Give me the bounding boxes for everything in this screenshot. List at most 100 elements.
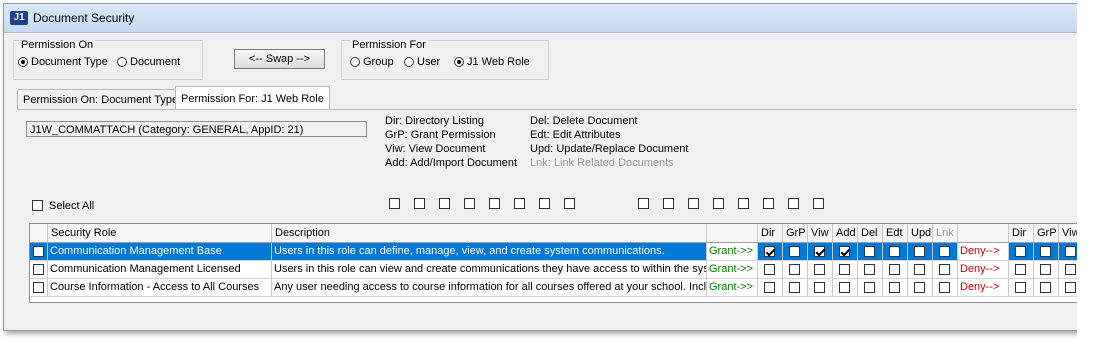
tab-permission-for[interactable]: Permission For: J1 Web Role <box>175 86 330 111</box>
deny-button[interactable]: Deny--> <box>958 243 1009 261</box>
grant-permission-checkbox[interactable] <box>939 282 950 293</box>
radio-user-button[interactable] <box>404 57 414 67</box>
deny-permission-checkbox[interactable] <box>1015 282 1026 293</box>
grant-permission-checkbox[interactable] <box>914 246 925 257</box>
grant-permission-checkbox[interactable] <box>914 264 925 275</box>
grant-permission-checkbox[interactable] <box>789 264 800 275</box>
grant-permission-checkbox[interactable] <box>814 282 825 293</box>
select-column-deny-dir[interactable] <box>638 198 649 209</box>
deny-permission-checkbox[interactable] <box>1040 282 1051 293</box>
grant-permission-checkbox[interactable] <box>764 264 775 275</box>
radio-group[interactable]: Group <box>350 56 394 68</box>
select-column-deny-upd[interactable] <box>788 198 799 209</box>
column-header-blank[interactable] <box>30 224 48 242</box>
radio-j1-web-role[interactable]: J1 Web Role <box>454 56 530 68</box>
deny-permission-checkbox[interactable] <box>1015 264 1026 275</box>
torn-edge <box>1077 0 1097 339</box>
grant-button[interactable]: Grant->> <box>707 261 758 279</box>
radio-document-label: Document <box>130 56 181 68</box>
select-all-checkbox[interactable] <box>32 200 43 211</box>
select-column-deny-edt[interactable] <box>763 198 774 209</box>
deny-permission-checkbox[interactable] <box>1065 282 1076 293</box>
app-icon: J1 <box>10 11 28 25</box>
grant-permission-checkbox[interactable] <box>939 246 950 257</box>
deny-permission-checkbox[interactable] <box>1065 246 1076 257</box>
column-header-grant-dir[interactable]: Dir <box>758 224 783 242</box>
column-header-grant-edt[interactable]: Edt <box>883 224 908 242</box>
radio-document[interactable]: Document <box>117 56 180 68</box>
select-column-deny-viw[interactable] <box>688 198 699 209</box>
select-column-deny-del[interactable] <box>738 198 749 209</box>
radio-j1-web-role-label: J1 Web Role <box>467 56 530 68</box>
row-select-checkbox[interactable] <box>33 282 44 293</box>
grant-permission-checkbox[interactable] <box>889 264 900 275</box>
legend-code: Del: <box>530 115 550 127</box>
table-row[interactable]: Communication Management Licensed Users i… <box>30 261 1081 279</box>
select-column-grant-del[interactable] <box>489 198 500 209</box>
column-header-grant-viw[interactable]: Viw <box>808 224 833 242</box>
select-column-deny-grp[interactable] <box>663 198 674 209</box>
row-select-checkbox[interactable] <box>33 264 44 275</box>
radio-document-type[interactable]: Document Type <box>18 56 108 68</box>
radio-document-type-button[interactable] <box>18 57 28 67</box>
grant-permission-checkbox[interactable] <box>814 246 825 257</box>
column-header-grant-grp[interactable]: GrP <box>783 224 808 242</box>
grant-permission-checkbox[interactable] <box>864 282 875 293</box>
select-column-grant-edt[interactable] <box>514 198 525 209</box>
select-column-deny-add[interactable] <box>713 198 724 209</box>
grant-button[interactable]: Grant->> <box>707 279 758 297</box>
column-header-grant-upd[interactable]: Upd <box>908 224 933 242</box>
row-select-checkbox[interactable] <box>33 246 44 257</box>
grant-permission-checkbox[interactable] <box>764 282 775 293</box>
grant-permission-checkbox[interactable] <box>839 264 850 275</box>
grant-permission-cell <box>883 243 908 261</box>
security-role-cell: Course Information - Access to All Cours… <box>48 279 272 297</box>
column-header-grant-add[interactable]: Add <box>833 224 858 242</box>
deny-button[interactable]: Deny--> <box>958 261 1009 279</box>
grant-permission-checkbox[interactable] <box>889 246 900 257</box>
column-header-blank[interactable] <box>707 224 758 242</box>
radio-document-button[interactable] <box>117 57 127 67</box>
select-column-grant-add[interactable] <box>464 198 475 209</box>
deny-permission-checkbox[interactable] <box>1065 264 1076 275</box>
permissions-grid: Security Role Description Dir GrP Viw Add Del E… <box>29 223 1082 303</box>
tab-permission-on[interactable]: Permission On: Document Type <box>17 89 185 110</box>
column-header-security-role[interactable]: Security Role <box>48 224 272 242</box>
column-header-grant-del[interactable]: Del <box>858 224 883 242</box>
grant-permission-checkbox[interactable] <box>864 246 875 257</box>
grant-permission-checkbox[interactable] <box>839 282 850 293</box>
column-header-description[interactable]: Description <box>272 224 707 242</box>
select-column-grant-lnk[interactable] <box>564 198 575 209</box>
radio-group-button[interactable] <box>350 57 360 67</box>
grant-permission-checkbox[interactable] <box>889 282 900 293</box>
select-column-grant-viw[interactable] <box>439 198 450 209</box>
deny-button[interactable]: Deny--> <box>958 279 1009 297</box>
table-row[interactable]: Course Information - Access to All Cours… <box>30 279 1081 297</box>
select-column-grant-grp[interactable] <box>414 198 425 209</box>
grant-permission-checkbox[interactable] <box>814 264 825 275</box>
grant-permission-checkbox[interactable] <box>764 246 775 257</box>
grant-permission-checkbox[interactable] <box>789 282 800 293</box>
swap-button[interactable]: <-- Swap --> <box>234 49 325 69</box>
grant-permission-checkbox[interactable] <box>839 246 850 257</box>
grant-permission-checkbox[interactable] <box>789 246 800 257</box>
radio-j1-web-role-button[interactable] <box>454 57 464 67</box>
select-column-grant-upd[interactable] <box>539 198 550 209</box>
column-header-deny-dir[interactable]: Dir <box>1009 224 1034 242</box>
column-header-grant-lnk[interactable]: Lnk <box>933 224 958 242</box>
deny-permission-checkbox[interactable] <box>1040 264 1051 275</box>
grant-permission-cell <box>833 243 858 261</box>
grant-permission-checkbox[interactable] <box>939 264 950 275</box>
deny-permission-checkbox[interactable] <box>1015 246 1026 257</box>
column-header-blank[interactable] <box>958 224 1009 242</box>
column-header-deny-grp[interactable]: GrP <box>1034 224 1059 242</box>
table-row[interactable]: Communication Management Base Users in th… <box>30 243 1081 261</box>
deny-permission-checkbox[interactable] <box>1040 246 1051 257</box>
select-column-deny-lnk[interactable] <box>813 198 824 209</box>
grant-permission-checkbox[interactable] <box>914 282 925 293</box>
radio-user[interactable]: User <box>404 56 440 68</box>
grant-permission-checkbox[interactable] <box>864 264 875 275</box>
select-column-grant-dir[interactable] <box>389 198 400 209</box>
grant-button[interactable]: Grant->> <box>707 243 758 261</box>
legend-desc: Grant Permission <box>410 129 496 141</box>
